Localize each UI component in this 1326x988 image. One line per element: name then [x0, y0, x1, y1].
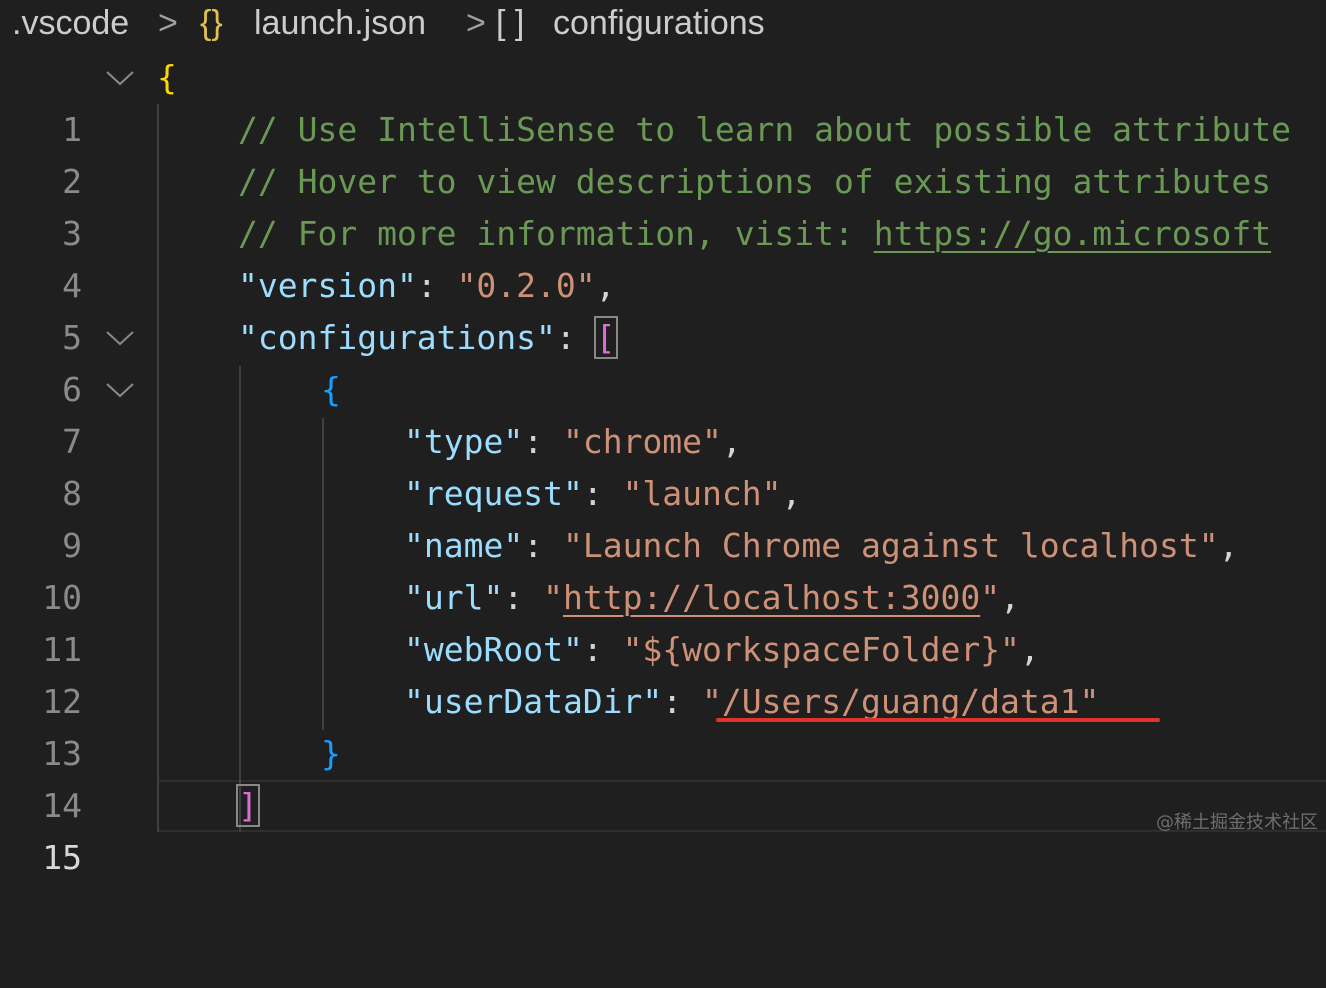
- code-line[interactable]: 4 // For more information, visit: https:…: [0, 208, 1326, 305]
- chevron-down-icon[interactable]: [104, 56, 136, 100]
- chevron-right-icon: >: [158, 4, 178, 42]
- colon: :: [523, 526, 563, 565]
- colon: :: [523, 422, 563, 461]
- json-key: "type": [404, 422, 524, 461]
- code-line[interactable]: 14 }: [0, 728, 1326, 825]
- json-key: "url": [404, 578, 504, 617]
- code-line[interactable]: 12 "webRoot": "${workspaceFolder}",: [0, 624, 1326, 721]
- json-key: "userDataDir": [404, 682, 663, 721]
- comma: ,: [1218, 526, 1239, 565]
- json-string: "launch": [622, 474, 782, 513]
- json-key: "version": [238, 266, 417, 305]
- comment: // Use IntelliSense to learn about possi…: [238, 110, 1291, 149]
- colon: :: [582, 474, 623, 513]
- json-string: "0.2.0": [456, 266, 596, 305]
- close-brace: }: [321, 734, 341, 773]
- code-line[interactable]: 5 "version": "0.2.0",: [0, 260, 1326, 357]
- quote: ": [543, 578, 563, 617]
- code-line[interactable]: 9 "request": "launch",: [0, 468, 1326, 565]
- comma: ,: [595, 266, 616, 305]
- comma: ,: [721, 422, 742, 461]
- chevron-right-icon: >: [466, 4, 486, 42]
- open-brace: {: [321, 370, 341, 409]
- breadcrumb: .vscode > {} launch.json > [ ] configura…: [0, 0, 1326, 50]
- chevron-down-icon[interactable]: [104, 368, 136, 412]
- code-line[interactable]: 11 "url": "http://localhost:3000",: [0, 572, 1326, 669]
- code-line[interactable]: 6 "configurations": [: [0, 312, 1326, 409]
- breadcrumb-file[interactable]: launch.json: [254, 4, 426, 43]
- open-brace: {: [157, 58, 177, 97]
- json-string: "${workspaceFolder}": [622, 630, 1020, 669]
- url-link[interactable]: http://localhost:3000: [563, 578, 980, 617]
- colon: :: [582, 630, 623, 669]
- watermark: @稀土掘金技术社区: [1156, 812, 1318, 833]
- code-line[interactable]: 10 "name": "Launch Chrome against localh…: [0, 520, 1326, 617]
- code-line[interactable]: 7 {: [0, 364, 1326, 461]
- json-key: "webRoot": [404, 630, 583, 669]
- colon: :: [555, 318, 596, 357]
- colon: :: [503, 578, 544, 617]
- comma: ,: [1000, 578, 1020, 617]
- breadcrumb-folder[interactable]: .vscode: [12, 4, 129, 43]
- close-bracket: ]: [236, 784, 260, 827]
- json-string: "Launch Chrome against localhost": [562, 526, 1219, 565]
- json-string: "/Users/guang/data1": [702, 682, 1100, 721]
- comma: ,: [1019, 630, 1040, 669]
- json-key: "configurations": [238, 318, 556, 357]
- code-line[interactable]: 2 // Use IntelliSense to learn about pos…: [0, 104, 1326, 201]
- code-line[interactable]: 1 {: [0, 52, 1326, 149]
- json-key: "name": [404, 526, 524, 565]
- code-line[interactable]: 15 ]: [0, 780, 1326, 877]
- comma: ,: [781, 474, 802, 513]
- comment-link[interactable]: https://go.microsoft: [874, 214, 1271, 253]
- json-key: "request": [404, 474, 583, 513]
- array-symbol-icon: [ ]: [496, 4, 525, 42]
- open-bracket: [: [593, 316, 618, 359]
- comment: // Hover to view descriptions of existin…: [238, 162, 1272, 201]
- code-line[interactable]: 8 "type": "chrome",: [0, 416, 1326, 513]
- comment: // For more information, visit:: [238, 214, 874, 253]
- json-file-icon: {}: [200, 4, 223, 42]
- breadcrumb-symbol[interactable]: configurations: [553, 4, 765, 43]
- code-line[interactable]: 3 // Hover to view descriptions of exist…: [0, 156, 1326, 253]
- chevron-down-icon[interactable]: [104, 316, 136, 360]
- colon: :: [662, 682, 703, 721]
- code-editor[interactable]: 1 { 2 // Use IntelliSense to learn about…: [0, 52, 1326, 877]
- json-string: "chrome": [562, 422, 722, 461]
- colon: :: [416, 266, 457, 305]
- annotation-underline: [716, 718, 1160, 722]
- quote: ": [980, 578, 1001, 617]
